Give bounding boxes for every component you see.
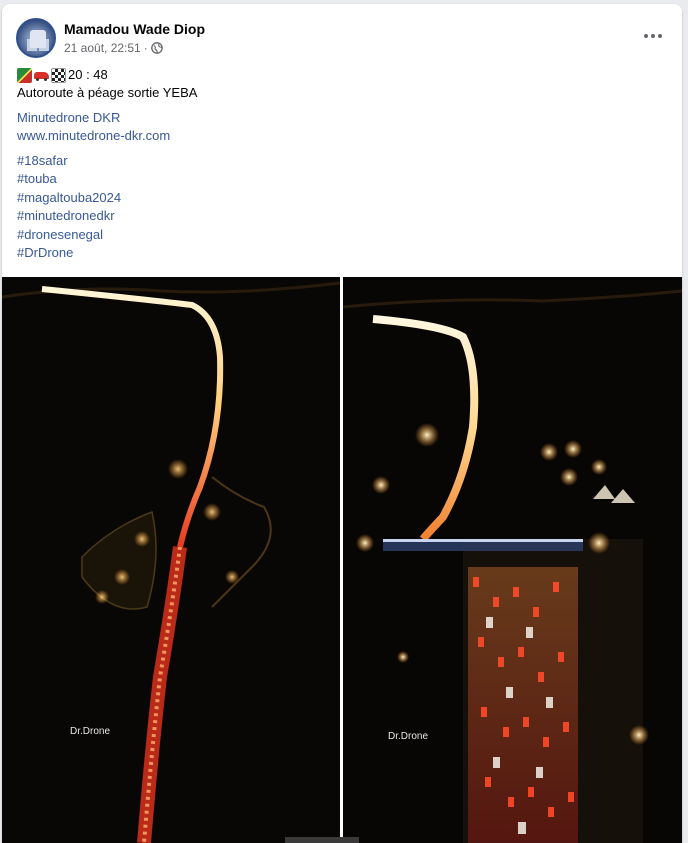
dot-icon — [658, 34, 662, 38]
hashtag-link[interactable]: #minutedronedkr — [17, 207, 667, 226]
post-header: Mamadou Wade Diop 21 août, 22:51 · — [16, 16, 205, 60]
globe-icon[interactable] — [150, 42, 163, 54]
time-text: 20 : 48 — [68, 66, 108, 82]
checkered-flag-icon — [51, 67, 66, 83]
hashtag-link[interactable]: #DrDrone — [17, 244, 667, 263]
red-car-icon — [34, 67, 49, 83]
link-minutedrone-page[interactable]: Minutedrone DKR — [17, 109, 667, 128]
avatar[interactable] — [16, 18, 56, 58]
watermark: Dr.Drone — [70, 726, 111, 737]
hashtag-link[interactable]: #dronesenegal — [17, 226, 667, 245]
watermark: Dr.Drone — [388, 731, 429, 742]
link-website[interactable]: www.minutedrone-dkr.com — [17, 127, 667, 146]
senegal-flag-icon — [17, 67, 32, 83]
caption: Autoroute à péage sortie YEBA — [17, 85, 198, 100]
dot-icon — [644, 34, 648, 38]
photo-left[interactable]: Dr.Drone — [2, 277, 340, 843]
author-name[interactable]: Mamadou Wade Diop — [64, 20, 205, 38]
emoji-time-line: 20 : 48 — [17, 66, 667, 84]
post-card: Mamadou Wade Diop 21 août, 22:51 · 20 : … — [2, 4, 682, 843]
hashtags-block: #18safar #touba #magaltouba2024 #minuted… — [17, 152, 667, 264]
links-block: Minutedrone DKR www.minutedrone-dkr.com — [17, 109, 667, 146]
hashtag-link[interactable]: #magaltouba2024 — [17, 189, 667, 208]
more-options-button[interactable] — [636, 22, 670, 50]
photo-right[interactable]: Dr.Drone — [343, 277, 682, 843]
meta-separator: · — [143, 41, 148, 55]
dot-icon — [651, 34, 655, 38]
scrollbar[interactable] — [285, 837, 359, 843]
post-body: 20 : 48 Autoroute à péage sortie YEBA Mi… — [17, 66, 667, 263]
timestamp[interactable]: 21 août, 22:51 — [64, 40, 141, 56]
post-header-text: Mamadou Wade Diop 21 août, 22:51 · — [64, 20, 205, 56]
hashtag-link[interactable]: #18safar — [17, 152, 667, 171]
post-meta: 21 août, 22:51 · — [64, 40, 205, 56]
hashtag-link[interactable]: #touba — [17, 170, 667, 189]
photo-grid: Dr.Drone Dr.Drone — [2, 277, 682, 843]
